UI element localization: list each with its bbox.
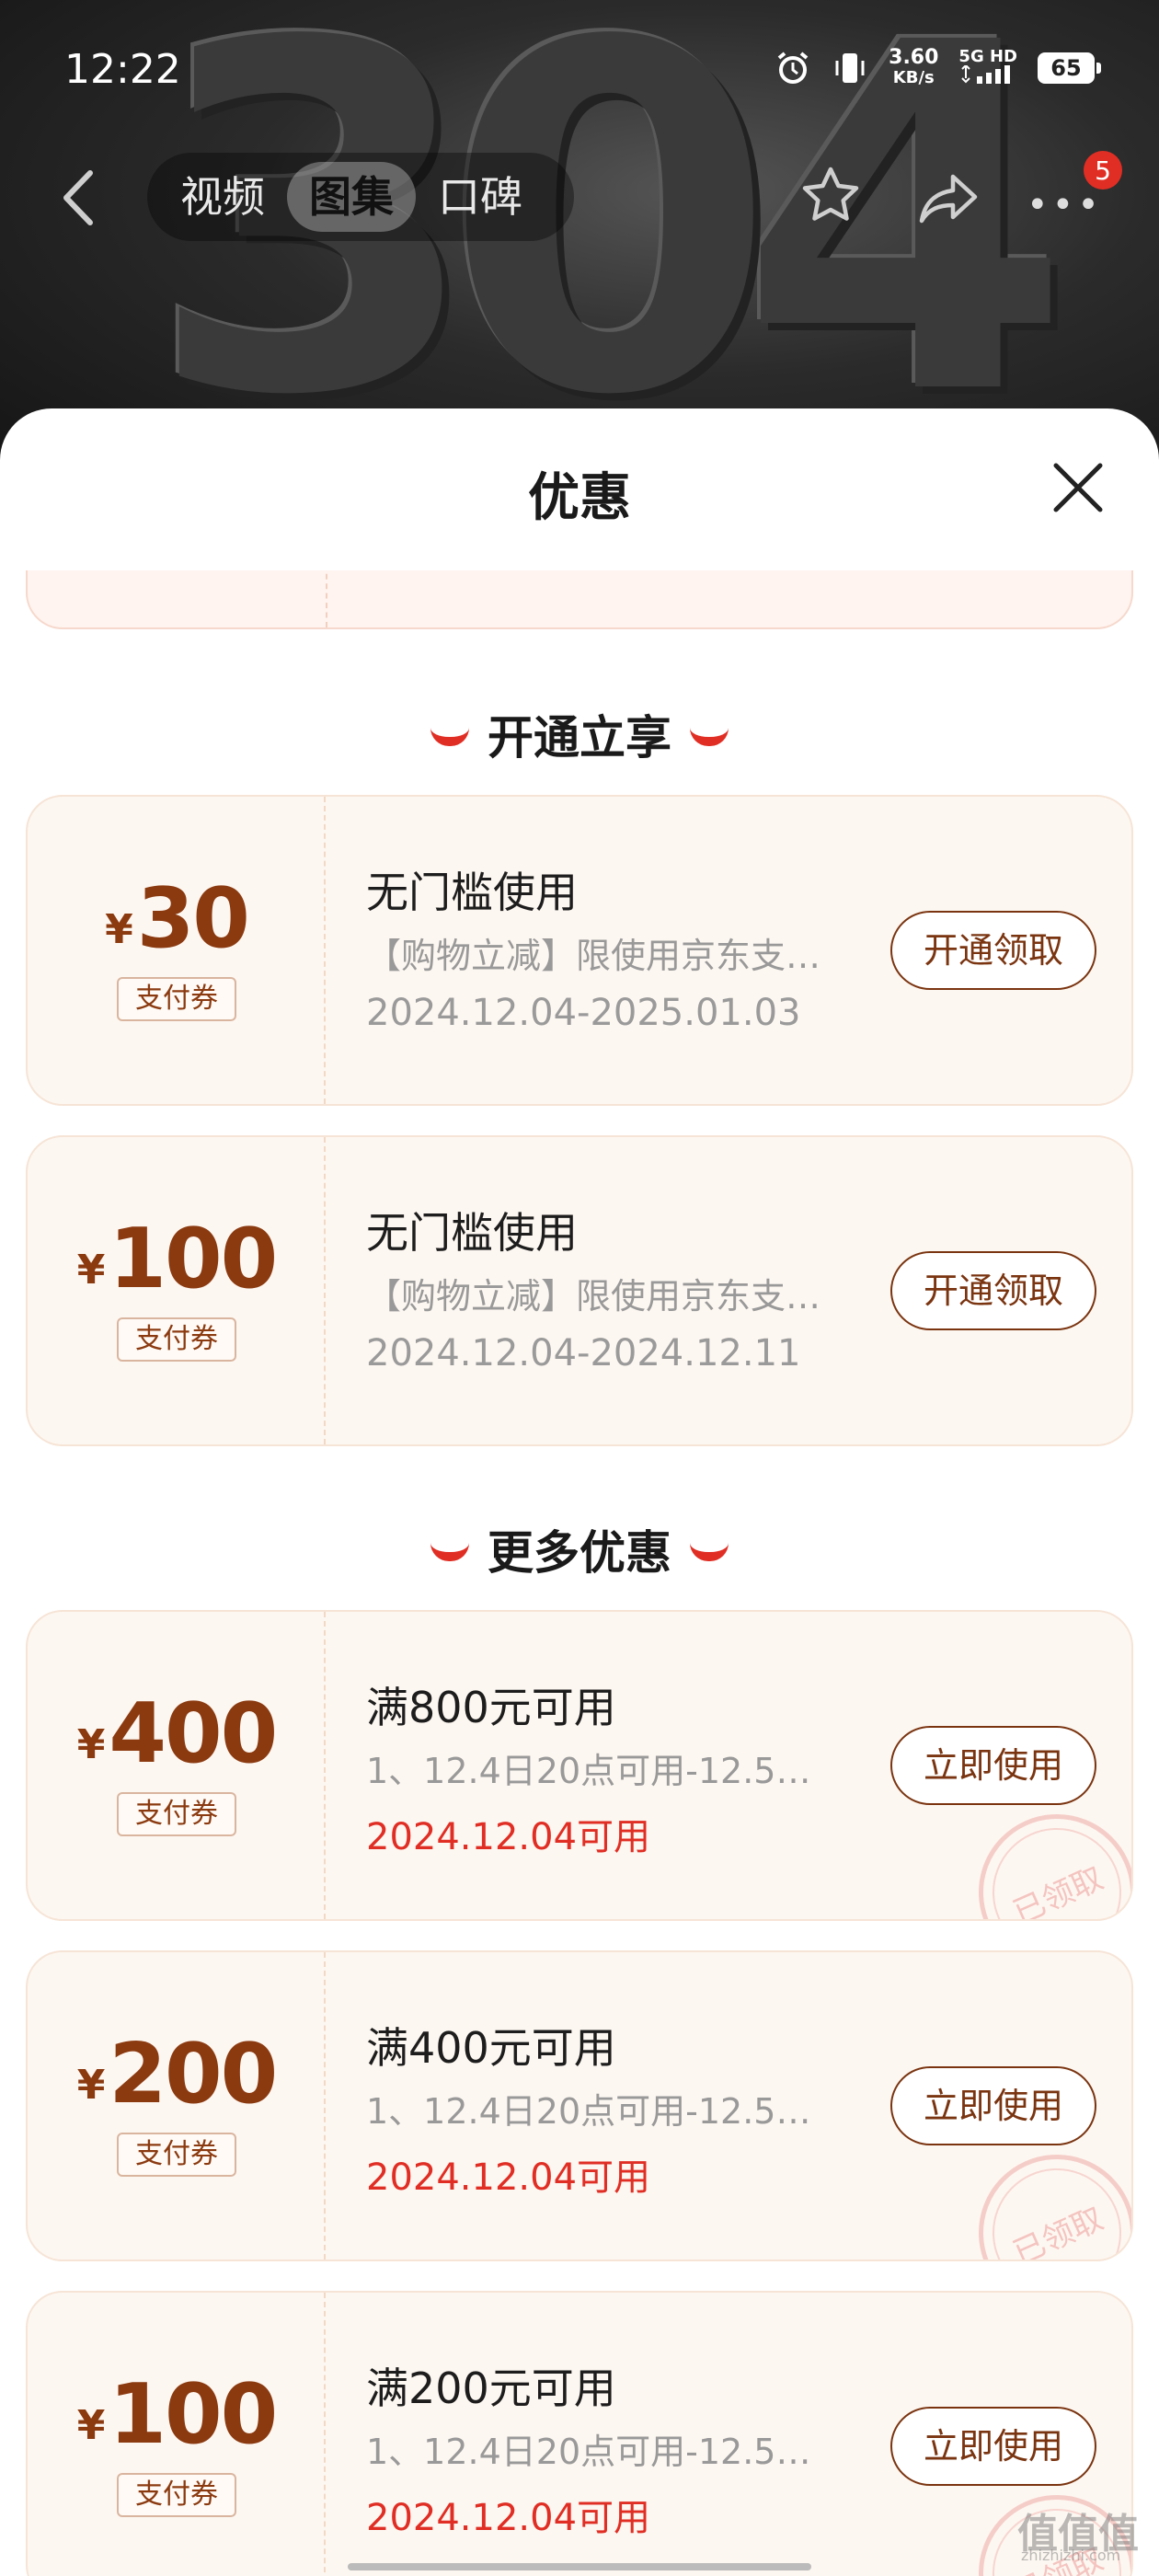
close-button[interactable] (1050, 460, 1106, 515)
coupon-type-label: 支付券 (117, 2133, 236, 2177)
coupon-validity: 2024.12.04可用 (366, 2497, 651, 2539)
tab-gallery[interactable]: 图集 (287, 162, 416, 232)
home-indicator[interactable] (348, 2563, 811, 2570)
coupon-card: ¥100 支付券 满200元可用 1、12.4日20点可用-12.5… 2024… (26, 2291, 1133, 2576)
status-bar: 12:22 3.60 KB/s 5G HD 65 (0, 0, 1159, 138)
coupon-card: ¥30 支付券 无门槛使用 【购物立减】限使用京东支… 2024.12.04-2… (26, 795, 1133, 1106)
coupon-description[interactable]: 【购物立减】限使用京东支… (366, 927, 854, 978)
coupon-validity: 2024.12.04-2025.01.03 (366, 992, 801, 1034)
section-heading-more: 更多优惠 (0, 1516, 1159, 1582)
status-time: 12:22 (64, 46, 181, 93)
coupon-description[interactable]: 1、12.4日20点可用-12.5… (366, 1742, 854, 1793)
smile-decoration-icon (430, 1543, 469, 1561)
media-tabs: 视频 图集 口碑 (147, 153, 574, 241)
signal-indicator: 5G HD (958, 49, 1017, 87)
share-icon (919, 174, 978, 224)
smile-decoration-icon (690, 1543, 729, 1561)
network-speed: 3.60 KB/s (889, 48, 938, 88)
use-now-button[interactable]: 立即使用 (890, 2066, 1096, 2145)
smile-decoration-icon (430, 728, 469, 746)
use-now-button[interactable]: 立即使用 (890, 2407, 1096, 2486)
activate-claim-button[interactable]: 开通领取 (890, 1251, 1096, 1330)
section-heading-join: 开通立享 (0, 701, 1159, 767)
coupon-amount: ¥30 (105, 870, 250, 967)
coupon-title: 满800元可用 (366, 1683, 616, 1732)
tab-reviews[interactable]: 口碑 (416, 162, 545, 232)
partial-coupon-card (26, 570, 1133, 629)
tab-video[interactable]: 视频 (158, 162, 287, 232)
coupon-amount: ¥100 (76, 1211, 278, 1307)
share-button[interactable] (914, 164, 982, 232)
coupon-type-label: 支付券 (117, 1792, 236, 1836)
claimed-stamp: 已领取 (953, 1788, 1131, 1919)
section-heading-text: 开通立享 (488, 711, 671, 765)
claimed-stamp: 已领取 (953, 2129, 1131, 2260)
vibrate-icon (832, 50, 868, 86)
status-icons: 3.60 KB/s 5G HD 65 (775, 48, 1101, 88)
coupon-title: 无门槛使用 (366, 1208, 578, 1258)
coupon-validity: 2024.12.04可用 (366, 1816, 651, 1858)
coupon-description[interactable]: 1、12.4日20点可用-12.5… (366, 2423, 854, 2474)
signal-bars-icon (961, 63, 1011, 84)
coupon-type-label: 支付券 (117, 1317, 236, 1362)
site-watermark-url: zhizhizhi.com (1021, 2547, 1121, 2564)
coupon-title: 无门槛使用 (366, 868, 578, 917)
coupon-validity: 2024.12.04可用 (366, 2156, 651, 2199)
coupon-card: ¥200 支付券 满400元可用 1、12.4日20点可用-12.5… 2024… (26, 1950, 1133, 2261)
coupon-amount: ¥200 (76, 2026, 278, 2122)
favorite-button[interactable] (797, 162, 865, 230)
star-icon (802, 167, 859, 221)
coupon-title: 满200元可用 (366, 2363, 616, 2413)
activate-claim-button[interactable]: 开通领取 (890, 911, 1096, 990)
coupon-title: 满400元可用 (366, 2023, 616, 2073)
coupon-amount: ¥400 (76, 1685, 278, 1782)
coupon-description[interactable]: 【购物立减】限使用京东支… (366, 1268, 854, 1318)
sheet-title: 优惠 (528, 468, 631, 528)
smile-decoration-icon (690, 728, 729, 746)
close-icon (1053, 463, 1103, 512)
network-type: 5G HD (958, 47, 1017, 66)
back-button[interactable] (55, 166, 101, 230)
coupon-card: ¥400 支付券 满800元可用 1、12.4日20点可用-12.5… 2024… (26, 1610, 1133, 1921)
coupon-type-label: 支付券 (117, 977, 236, 1021)
more-button[interactable]: ••• (1027, 184, 1103, 226)
use-now-button[interactable]: 立即使用 (890, 1726, 1096, 1805)
speed-unit: KB/s (892, 68, 935, 87)
notification-badge: 5 (1084, 151, 1122, 190)
coupon-type-label: 支付券 (117, 2473, 236, 2517)
coupon-validity: 2024.12.04-2024.12.11 (366, 1332, 801, 1374)
coupon-list[interactable]: 开通立享 ¥30 支付券 无门槛使用 【购物立减】限使用京东支… 2024.12… (0, 570, 1159, 2576)
battery-indicator: 65 (1038, 52, 1101, 84)
coupon-card: ¥100 支付券 无门槛使用 【购物立减】限使用京东支… 2024.12.04-… (26, 1135, 1133, 1446)
alarm-icon (775, 50, 811, 86)
coupon-description[interactable]: 1、12.4日20点可用-12.5… (366, 2083, 854, 2133)
speed-value: 3.60 (889, 46, 939, 69)
coupon-amount: ¥100 (76, 2366, 278, 2463)
discount-sheet: 优惠 开通立享 ¥30 支付券 无门槛使用 【购物立减】限使用京东支… 2024… (0, 408, 1159, 2576)
section-heading-text: 更多优惠 (488, 1526, 671, 1580)
